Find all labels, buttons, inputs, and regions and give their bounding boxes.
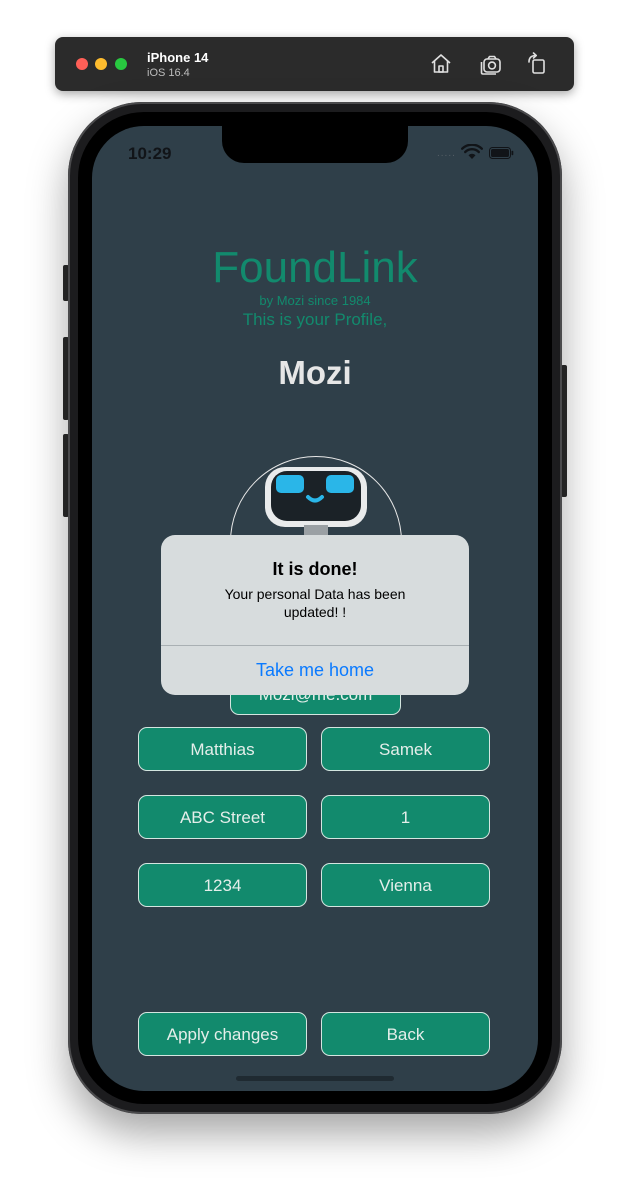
take-me-home-button[interactable]: Take me home xyxy=(161,646,469,695)
status-time: 10:29 xyxy=(128,144,172,163)
screenshot-icon[interactable] xyxy=(479,52,503,76)
simulator-title-bar: iPhone 14 iOS 16.4 xyxy=(55,37,574,91)
city-field[interactable]: Vienna xyxy=(321,863,490,907)
home-indicator[interactable] xyxy=(236,1076,394,1081)
app-subtitle: by Mozi since 1984 xyxy=(259,293,371,308)
os-version: iOS 16.4 xyxy=(147,67,190,79)
home-icon[interactable] xyxy=(429,52,453,76)
apply-changes-button[interactable]: Apply changes xyxy=(138,1012,307,1056)
wifi-icon xyxy=(461,144,483,159)
app-screen: 10:29 ..... FoundLink by Mozi since 1984… xyxy=(92,126,538,1091)
device-name: iPhone 14 xyxy=(147,50,209,65)
battery-icon xyxy=(489,147,514,159)
last-name-field[interactable]: Samek xyxy=(321,727,490,771)
notch xyxy=(222,126,408,163)
profile-intro: This is your Profile, xyxy=(242,310,388,329)
simulator-stage: iPhone 14 iOS 16.4 10:29 ..... FoundLink… xyxy=(0,0,629,1190)
postal-code-field[interactable]: 1234 xyxy=(138,863,307,907)
rotate-icon[interactable] xyxy=(525,52,549,76)
house-number-field[interactable]: 1 xyxy=(321,795,490,839)
zoom-window-button[interactable] xyxy=(115,58,127,70)
alert-title: It is done! xyxy=(272,559,358,579)
street-field[interactable]: ABC Street xyxy=(138,795,307,839)
back-button[interactable]: Back xyxy=(321,1012,490,1056)
close-window-button[interactable] xyxy=(76,58,88,70)
first-name-field[interactable]: Matthias xyxy=(138,727,307,771)
minimize-window-button[interactable] xyxy=(95,58,107,70)
cellular-signal: ..... xyxy=(437,148,456,159)
profile-username: Mozi xyxy=(278,354,352,391)
alert-message: Your personal Data has been updated! ! xyxy=(224,586,406,620)
app-title: FoundLink xyxy=(212,243,418,292)
success-alert: It is done! Your personal Data has been … xyxy=(161,535,469,695)
